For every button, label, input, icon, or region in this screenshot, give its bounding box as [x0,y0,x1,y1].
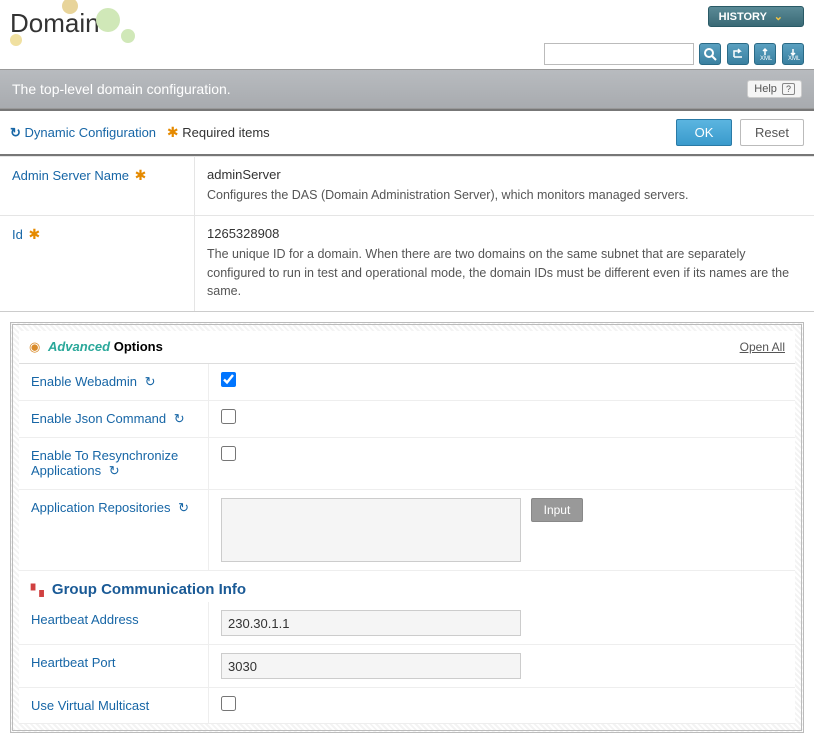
xml-upload-icon[interactable]: XML [754,43,776,65]
legend-dynamic: Dynamic Configuration [25,125,157,140]
admin-server-name-label: Admin Server Name ✱ [0,157,195,215]
use-virtual-multicast-checkbox[interactable] [221,696,236,711]
enable-webadmin-label: Enable Webadmin ↻ [19,364,209,400]
group-comm-info-title: ▘▖Group Communication Info [19,571,795,602]
enable-resync-label: Enable To Resynchronize Applications ↻ [19,438,209,489]
help-label: Help [754,83,777,95]
id-label: Id ✱ [0,216,195,311]
id-desc: The unique ID for a domain. When there a… [207,247,789,299]
input-button[interactable]: Input [531,498,584,522]
advanced-options-title: ◉ Advanced Options [29,339,163,355]
svg-text:XML: XML [788,56,800,61]
history-label: HISTORY [719,11,767,23]
refresh-icon: ↻ [109,463,120,478]
id-value: 1265328908 [207,226,802,241]
refresh-icon: ↻ [174,411,185,426]
heartbeat-address-label: Heartbeat Address [19,602,209,644]
subtitle-text: The top-level domain configuration. [12,81,231,97]
refresh-icon: ↻ [145,374,156,389]
open-all-link[interactable]: Open All [740,340,785,354]
ok-button[interactable]: OK [676,119,733,146]
heartbeat-port-label: Heartbeat Port [19,645,209,687]
enable-resync-checkbox[interactable] [221,446,236,461]
app-repos-textarea[interactable] [221,498,521,562]
xml-download-icon[interactable]: XML [782,43,804,65]
flag-icon: ▘▖ [31,585,48,597]
refresh-icon: ↻ [10,125,21,140]
required-icon: ✱ [167,124,179,140]
shield-icon: ◉ [29,339,40,354]
enable-json-checkbox[interactable] [221,409,236,424]
export-icon[interactable] [727,43,749,65]
chevron-down-icon: ⌄ [774,11,783,23]
page-title: Domain [10,8,804,39]
heartbeat-port-input[interactable] [221,653,521,679]
enable-json-label: Enable Json Command ↻ [19,401,209,437]
legend: ↻ Dynamic Configuration ✱ Required items [10,124,270,141]
use-virtual-multicast-label: Use Virtual Multicast [19,688,209,723]
admin-server-name-value: adminServer [207,167,802,182]
required-icon: ✱ [28,226,40,242]
enable-webadmin-checkbox[interactable] [221,372,236,387]
help-icon: ? [782,83,795,95]
legend-required: Required items [182,125,269,140]
required-icon: ✱ [135,167,147,183]
admin-server-name-desc: Configures the DAS (Domain Administratio… [207,188,688,202]
svg-text:XML: XML [760,56,772,61]
heartbeat-address-input[interactable] [221,610,521,636]
reset-button[interactable]: Reset [740,119,804,146]
search-input[interactable] [544,43,694,65]
search-button[interactable] [699,43,721,65]
history-button[interactable]: HISTORY ⌄ [708,6,804,27]
help-button[interactable]: Help ? [747,80,802,98]
refresh-icon: ↻ [178,500,189,515]
app-repos-label: Application Repositories ↻ [19,490,209,570]
